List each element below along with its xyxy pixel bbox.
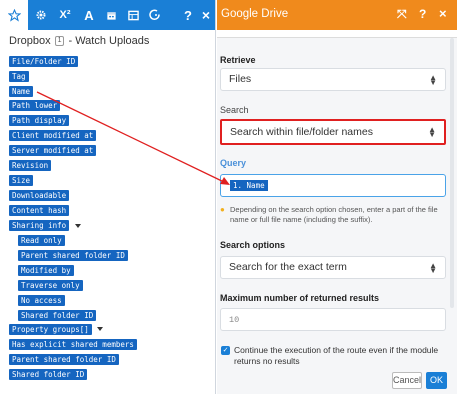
select-arrow-icon: ▲ ▼ [429, 73, 437, 87]
mapping-toolbar: X² A ? × [0, 0, 215, 30]
breadcrumb-action: - Watch Uploads [68, 35, 150, 47]
map-item-has-explicit-shared-members[interactable]: Has explicit shared members [9, 339, 137, 350]
map-item-shared-folder-id-2[interactable]: Shared folder ID [9, 369, 88, 380]
gear-icon[interactable] [30, 0, 52, 30]
text-icon[interactable]: A [78, 0, 100, 30]
connection-strip [217, 30, 457, 38]
map-item-content-hash[interactable]: Content hash [9, 205, 70, 216]
map-item-name[interactable]: Name [9, 86, 34, 97]
max-results-input[interactable]: 10 [220, 308, 446, 331]
expand-caret-icon[interactable] [97, 327, 103, 331]
expand-icon[interactable]: ⤧ [397, 7, 407, 22]
continue-option[interactable]: ✓ Continue the execution of the route ev… [220, 345, 450, 367]
query-token[interactable]: 1. Name [230, 180, 268, 191]
map-item-shared-folder-id[interactable]: Shared folder ID [18, 310, 97, 321]
superscript-icon[interactable]: X² [54, 0, 76, 30]
breadcrumb-module: Dropbox [9, 35, 51, 47]
map-item-revision[interactable]: Revision [9, 160, 52, 171]
checkbox-checked-icon[interactable]: ✓ [221, 346, 230, 355]
query-label: Query [220, 158, 247, 168]
map-item-traverse-only[interactable]: Traverse only [18, 280, 83, 291]
map-item-read-only[interactable]: Read only [18, 235, 65, 246]
breadcrumb: Dropbox 1 - Watch Uploads [9, 35, 149, 47]
close-icon[interactable]: × [439, 6, 447, 21]
star-icon[interactable] [0, 0, 28, 30]
select-arrow-icon: ▲ ▼ [428, 125, 436, 139]
map-item-tag[interactable]: Tag [9, 71, 29, 82]
select-arrow-icon: ▲ ▼ [429, 261, 437, 275]
map-item-path-display[interactable]: Path display [9, 115, 70, 126]
module-header: Google Drive ⤧ ? × [217, 0, 457, 30]
map-item-property-groups[interactable]: Property groups[] [9, 324, 92, 335]
query-hint: ● Depending on the search option chosen,… [220, 205, 450, 225]
map-item-server-modified-at[interactable]: Server modified at [9, 145, 97, 156]
module-settings-panel: Google Drive ⤧ ? × Retrieve Files ▲ ▼ Sea… [217, 0, 457, 394]
query-input[interactable]: 1. Name [220, 174, 446, 197]
scrollbar[interactable] [450, 38, 454, 308]
cancel-button[interactable]: Cancel [392, 372, 422, 389]
calendar-icon[interactable] [100, 0, 122, 30]
map-item-modified-by[interactable]: Modified by [18, 265, 74, 276]
map-item-downloadable[interactable]: Downloadable [9, 190, 70, 201]
map-item-sharing-info[interactable]: Sharing info [9, 220, 70, 231]
max-results-label: Maximum number of returned results [220, 293, 380, 303]
map-item-size[interactable]: Size [9, 175, 34, 186]
search-select[interactable]: Search within file/folder names ▲ ▼ [220, 119, 446, 145]
map-item-parent-shared-folder-id[interactable]: Parent shared folder ID [18, 250, 128, 261]
search-options-select[interactable]: Search for the exact term ▲ ▼ [220, 256, 446, 279]
map-item-file-folder-id[interactable]: File/Folder ID [9, 56, 79, 67]
search-options-label: Search options [220, 240, 286, 250]
map-item-path-lower[interactable]: Path lower [9, 100, 61, 111]
help-icon[interactable]: ? [419, 7, 426, 21]
function-icon[interactable] [144, 0, 166, 30]
query-hint-text: Depending on the search option chosen, e… [230, 205, 438, 224]
search-options-value: Search for the exact term [229, 261, 347, 273]
lightbulb-icon: ● [220, 205, 225, 214]
map-item-no-access[interactable]: No access [18, 295, 65, 306]
max-results-value: 10 [229, 315, 240, 325]
expand-caret-icon[interactable] [75, 224, 81, 228]
close-icon[interactable]: × [198, 0, 214, 30]
retrieve-select[interactable]: Files ▲ ▼ [220, 68, 446, 91]
map-item-client-modified-at[interactable]: Client modified at [9, 130, 97, 141]
map-item-parent-shared-folder-id-2[interactable]: Parent shared folder ID [9, 354, 119, 365]
retrieve-label: Retrieve [220, 55, 256, 65]
module-number-badge: 1 [54, 36, 65, 46]
help-icon[interactable]: ? [180, 0, 196, 30]
continue-option-text: Continue the execution of the route even… [234, 345, 439, 366]
module-title: Google Drive [221, 8, 289, 20]
retrieve-value: Files [229, 73, 252, 85]
search-value: Search within file/folder names [230, 126, 373, 138]
mapping-panel: X² A ? × Dropbox 1 - Watch Uploads File/… [0, 0, 216, 394]
search-label: Search [220, 105, 249, 115]
table-icon[interactable] [122, 0, 144, 30]
ok-button[interactable]: OK [426, 372, 447, 389]
